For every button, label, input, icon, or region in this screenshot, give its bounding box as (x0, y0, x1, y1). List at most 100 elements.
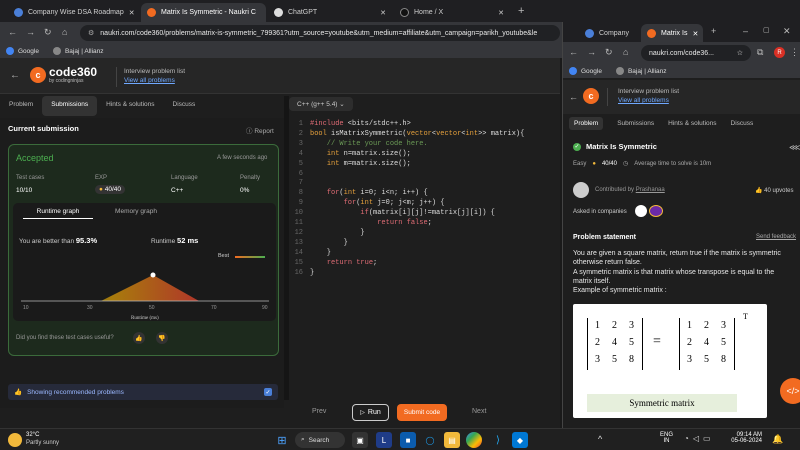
view-all-problems-link[interactable]: View all problems (618, 97, 669, 104)
next-button[interactable]: Next (472, 408, 486, 415)
share-icon[interactable]: ⋘ (789, 143, 800, 152)
vscode-icon[interactable]: ⟩ (490, 432, 506, 448)
task-view-icon[interactable]: ▣ (352, 432, 368, 448)
code-line[interactable]: for(int j=0; j<m; j++) { (310, 199, 445, 207)
weather-icon[interactable] (8, 433, 22, 447)
tab-hints[interactable]: Hints & solutions (97, 96, 163, 116)
tab-hints[interactable]: Hints & solutions (668, 120, 716, 130)
right-tab-company[interactable]: Company (579, 24, 635, 43)
run-button[interactable]: ▷ Run (352, 404, 389, 421)
maximize-icon[interactable]: ▢ (763, 26, 770, 34)
forward-icon[interactable]: → (587, 47, 596, 57)
tab-matrix-symmetric[interactable]: Matrix Is Symmetric - Naukri C (141, 3, 266, 22)
back-icon[interactable]: ← (8, 27, 17, 37)
thumbs-down-icon[interactable]: 👎 (156, 332, 168, 344)
tab-submissions[interactable]: Submissions (617, 120, 654, 130)
close-window-icon[interactable]: ✕ (783, 26, 791, 37)
language-indicator[interactable]: ENG IN (660, 432, 673, 444)
clock[interactable]: 09:14 AM 05-06-2024 (730, 432, 762, 444)
code-line[interactable]: int n=matrix.size(); (310, 150, 411, 158)
new-tab-button[interactable]: + (518, 5, 524, 17)
bookmark-bajaj[interactable]: Bajaj | Allianz (615, 67, 667, 75)
star-icon[interactable]: ☆ (737, 49, 743, 57)
prev-button[interactable]: Prev (312, 408, 326, 415)
windows-start-icon[interactable]: ⊞ (274, 432, 290, 448)
code-line[interactable]: for(int i=0; i<n; i++) { (310, 189, 428, 197)
app-badge-icon[interactable]: ■ (400, 432, 416, 448)
upvotes[interactable]: 👍 40 upvotes (755, 187, 794, 194)
code-editor[interactable]: 1 #include <bits/stdc++.h> 2 bool isMatrixS… (289, 116, 560, 400)
tab-discuss[interactable]: Discuss (164, 96, 205, 116)
new-tab-button[interactable]: + (711, 26, 716, 36)
tab-home-x[interactable]: Home / X ✕ (394, 3, 510, 22)
right-tab-matrix[interactable]: Matrix Is ✕ (641, 24, 703, 43)
file-explorer-icon[interactable]: ▤ (444, 432, 460, 448)
company-logo-1[interactable] (635, 205, 647, 217)
tray-chevron-icon[interactable]: ^ (598, 434, 602, 444)
company-logo-2[interactable] (649, 205, 663, 217)
close-icon[interactable]: ✕ (129, 9, 135, 17)
back-icon[interactable]: ← (569, 47, 578, 57)
code-editor-fab-icon[interactable]: </> (780, 378, 800, 404)
code-line[interactable]: #include <bits/stdc++.h> (310, 120, 411, 128)
temperature[interactable]: 32°C (26, 432, 39, 438)
view-all-problems-link[interactable]: View all problems (124, 77, 175, 84)
tab-submissions[interactable]: Submissions (42, 96, 98, 116)
reload-icon[interactable]: ↻ (44, 27, 52, 38)
submit-code-button[interactable]: Submit code (397, 404, 447, 421)
code-line[interactable]: } (310, 249, 331, 257)
close-icon[interactable]: ✕ (380, 9, 386, 17)
minimize-icon[interactable]: – (743, 26, 748, 36)
home-icon[interactable]: ⌂ (62, 27, 67, 37)
store-icon[interactable]: ◆ (512, 432, 528, 448)
back-arrow-icon[interactable]: ← (569, 92, 578, 102)
tab-chatgpt[interactable]: ChatGPT ✕ (268, 3, 392, 22)
url-field[interactable]: naukri.com/code36... ☆ (641, 45, 751, 61)
bookmark-bajaj[interactable]: Bajaj | Allianz (52, 47, 104, 55)
send-feedback-link[interactable]: Send feedback (756, 234, 796, 240)
profile-avatar[interactable]: R (774, 47, 785, 58)
language-select[interactable]: C++ (g++ 5.4) ⌄ (289, 97, 353, 111)
code360-logo[interactable]: c code360 by codingninjas (30, 66, 97, 84)
code-line[interactable]: // Write your code here. (310, 140, 428, 148)
code-line[interactable]: } (310, 239, 348, 247)
code-line[interactable]: if(matrix[i][j]!=matrix[j][i]) { (310, 209, 494, 217)
notifications-icon[interactable]: 🔔 (772, 434, 783, 445)
checkbox-checked-icon[interactable]: ✓ (264, 388, 272, 396)
code-line[interactable]: } (310, 229, 364, 237)
system-tray-icons[interactable]: ◔ ◁ ▭ (684, 434, 711, 443)
extensions-icon[interactable]: ⧉ (757, 47, 763, 58)
tab-memory-graph[interactable]: Memory graph (101, 208, 171, 215)
url-field[interactable]: ⚙ naukri.com/code360/problems/matrix-is-… (80, 25, 560, 41)
cortana-icon[interactable]: ◯ (422, 432, 438, 448)
thumbs-up-icon[interactable]: 👍 (133, 332, 145, 344)
report-button[interactable]: ⓘ Report (246, 125, 274, 135)
code-line[interactable]: return false; (310, 219, 432, 227)
tab-discuss[interactable]: Discuss (731, 120, 754, 130)
close-icon[interactable]: ✕ (692, 30, 698, 38)
site-info-icon[interactable]: ⚙ (88, 29, 94, 37)
code-line[interactable]: return true; (310, 259, 377, 267)
tab-company-roadmap[interactable]: Company Wise DSA Roadmap ✕ (8, 3, 138, 22)
reload-icon[interactable]: ↻ (605, 47, 613, 58)
chrome-icon[interactable] (466, 432, 482, 448)
contributor-link[interactable]: Prashanaa (636, 187, 665, 193)
back-arrow-icon[interactable]: ← (10, 70, 20, 81)
l-app-icon[interactable]: L (376, 432, 392, 448)
home-icon[interactable]: ⌂ (623, 47, 628, 57)
tab-problem[interactable]: Problem (0, 96, 42, 116)
weather-text[interactable]: Partly sunny (26, 440, 59, 446)
tab-runtime-graph[interactable]: Runtime graph (23, 208, 93, 219)
bookmark-google[interactable]: Google (569, 67, 602, 75)
code-line[interactable]: } (310, 269, 314, 277)
code-line[interactable]: int m=matrix.size(); (310, 160, 411, 168)
taskbar-search[interactable]: ⌕ Search (295, 432, 345, 448)
recommended-problems-bar[interactable]: 👍 Showing recommended problems ✓ (8, 384, 278, 400)
close-icon[interactable]: ✕ (498, 9, 504, 17)
forward-icon[interactable]: → (26, 27, 35, 37)
bookmark-google[interactable]: Google (6, 47, 39, 55)
code-line[interactable]: bool isMatrixSymmetric(vector<vector<int… (310, 130, 524, 138)
menu-icon[interactable]: ⋮ (790, 47, 799, 58)
tab-problem[interactable]: Problem (569, 117, 604, 130)
code360-logo-icon[interactable]: c (583, 88, 599, 104)
